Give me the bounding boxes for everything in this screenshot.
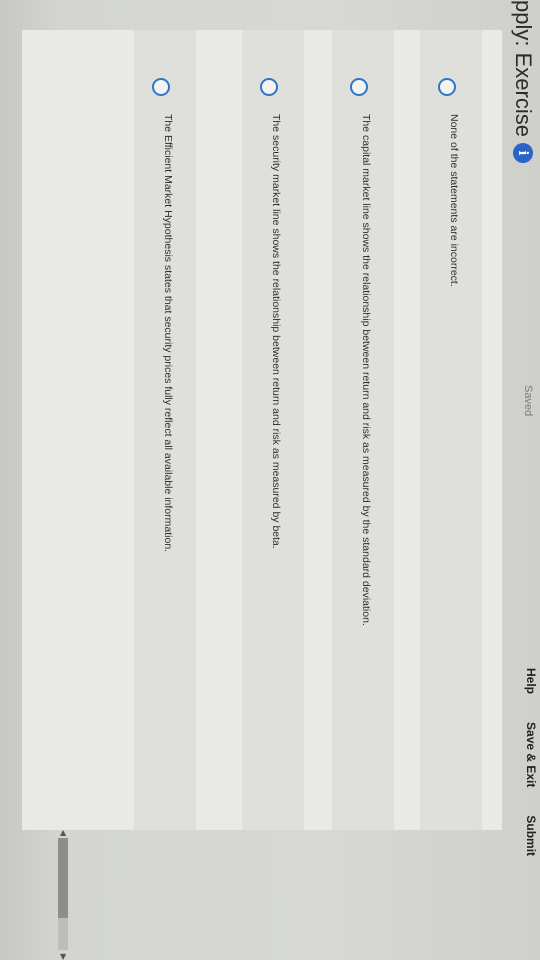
top-actions: Help Save & Exit Submit [524, 668, 538, 856]
answer-option-text: The security market line shows the relat… [270, 114, 282, 549]
answer-option-card[interactable]: The capital market line shows the relati… [332, 30, 394, 830]
answer-option-card[interactable]: None of the statements are incorrect. [420, 30, 482, 830]
answer-option[interactable]: The security market line shows the relat… [238, 30, 312, 830]
scroll-left-arrow-icon[interactable]: ◀ [58, 828, 68, 838]
submit-button[interactable]: Submit [524, 815, 538, 856]
question-panel: None of the statements are incorrect. Th… [22, 30, 502, 830]
photo-screen: pply: Exercise i Saved Help Save & Exit … [0, 0, 540, 960]
radio-button[interactable] [350, 78, 368, 96]
scrollbar-thumb[interactable] [58, 838, 68, 918]
radio-button[interactable] [438, 78, 456, 96]
horizontal-scrollbar[interactable] [58, 838, 68, 950]
radio-button[interactable] [152, 78, 170, 96]
exercise-page: pply: Exercise i Saved Help Save & Exit … [0, 0, 540, 960]
saved-status: Saved [522, 385, 534, 417]
page-title: pply: Exercise i [506, 0, 540, 163]
answer-option[interactable]: The Efficient Market Hypothesis states t… [130, 30, 204, 830]
answer-option[interactable]: None of the statements are incorrect. [416, 30, 490, 830]
answer-option-text: None of the statements are incorrect. [448, 114, 460, 287]
radio-button[interactable] [260, 78, 278, 96]
answer-option-card[interactable]: The security market line shows the relat… [242, 30, 304, 830]
answer-option-text: The Efficient Market Hypothesis states t… [162, 114, 174, 553]
page-title-text: pply: Exercise [511, 0, 536, 137]
answer-option[interactable]: The capital market line shows the relati… [328, 30, 402, 830]
answer-option-text: The capital market line shows the relati… [360, 114, 372, 626]
scroll-right-arrow-icon[interactable]: ▶ [58, 952, 68, 960]
help-button[interactable]: Help [524, 668, 538, 694]
info-icon[interactable]: i [513, 142, 533, 163]
answer-option-card[interactable]: The Efficient Market Hypothesis states t… [134, 30, 196, 830]
save-exit-button[interactable]: Save & Exit [524, 722, 538, 787]
